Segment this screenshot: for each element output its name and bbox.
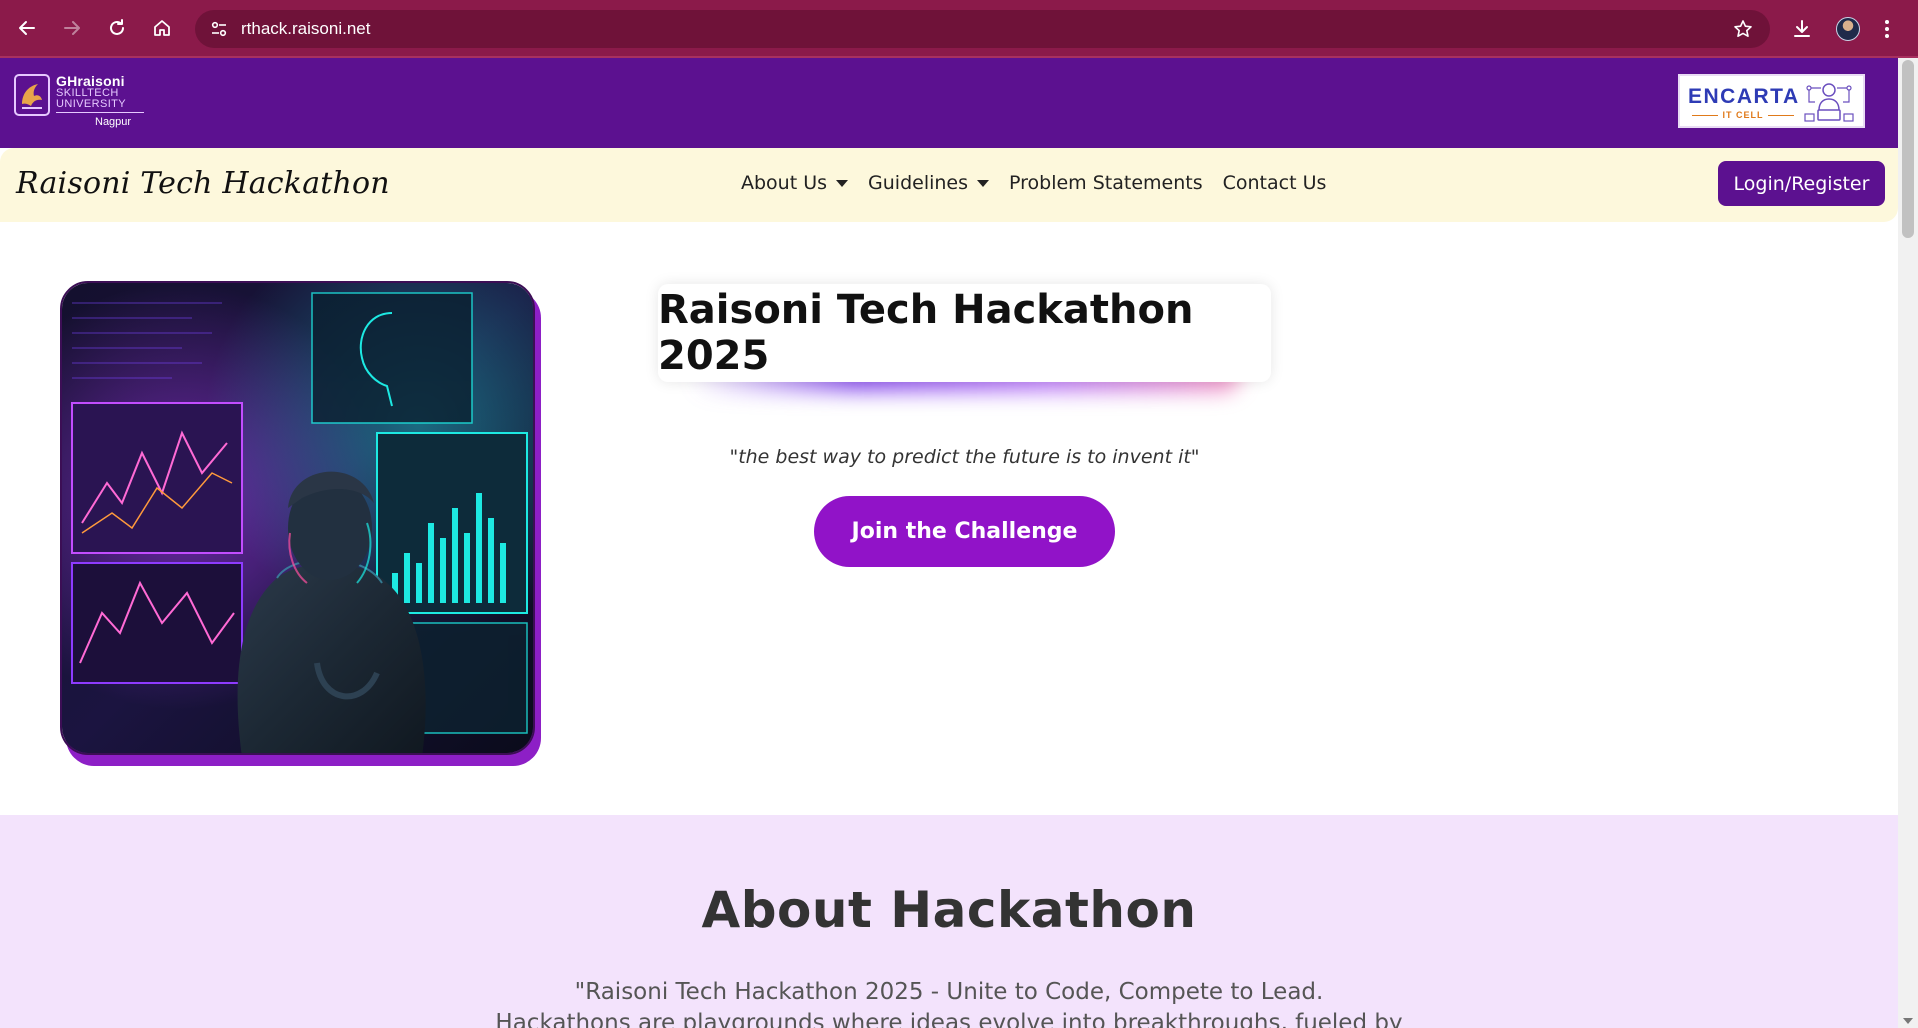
chevron-down-icon: [836, 179, 849, 187]
nav-links: About Us Guidelines Problem Statements C…: [741, 172, 1346, 194]
encarta-logo-subtitle: IT CELL: [1688, 110, 1798, 120]
encarta-logo-name: ENCARTA: [1688, 85, 1800, 108]
profile-avatar[interactable]: [1832, 13, 1864, 45]
scroll-down-icon[interactable]: [1903, 1018, 1913, 1024]
home-icon[interactable]: [147, 13, 177, 43]
browser-toolbar: rthack.raisoni.net: [0, 0, 1918, 58]
download-icon[interactable]: [1786, 13, 1818, 45]
join-challenge-button[interactable]: Join the Challenge: [814, 496, 1115, 567]
nav-problem-statements-label: Problem Statements: [1009, 172, 1203, 194]
university-emblem-icon: [14, 74, 50, 116]
reload-icon[interactable]: [102, 13, 132, 43]
bookmark-star-icon[interactable]: [1730, 16, 1756, 42]
encarta-figure-icon: [1804, 83, 1854, 122]
university-logo-city: Nagpur: [95, 116, 132, 128]
university-logo-line3: UNIVERSITY: [56, 98, 127, 110]
nav-contact-us-label: Contact Us: [1222, 172, 1327, 194]
hero-title: Raisoni Tech Hackathon 2025: [658, 287, 1194, 379]
login-register-button[interactable]: Login/Register: [1718, 161, 1885, 206]
site-info-icon[interactable]: [207, 17, 231, 41]
university-logo-line1: GHraisoni: [56, 73, 125, 89]
chevron-down-icon: [977, 179, 990, 187]
university-logo[interactable]: GHraisoni SKILLTECH UNIVERSITY Nagpur: [14, 74, 144, 130]
address-bar[interactable]: rthack.raisoni.net: [195, 10, 1770, 48]
more-menu-icon[interactable]: [1876, 13, 1898, 45]
nav-guidelines[interactable]: Guidelines: [868, 172, 990, 194]
url-text[interactable]: rthack.raisoni.net: [241, 19, 370, 39]
nav-problem-statements[interactable]: Problem Statements: [1009, 172, 1203, 194]
encarta-logo[interactable]: ENCARTA IT CELL: [1678, 74, 1865, 128]
hero-title-card: Raisoni Tech Hackathon 2025: [658, 284, 1271, 382]
scrollbar-thumb[interactable]: [1902, 60, 1914, 238]
nav-guidelines-label: Guidelines: [868, 172, 969, 194]
hero-quote: "the best way to predict the future is t…: [729, 446, 1200, 468]
hacker-illustration: [62, 283, 533, 753]
about-title: About Hackathon: [701, 881, 1197, 939]
page-scrollbar[interactable]: [1898, 58, 1918, 1028]
navbar-brand[interactable]: Raisoni Tech Hackathon: [16, 166, 390, 201]
nav-about-us-label: About Us: [741, 172, 828, 194]
about-section: About Hackathon "Raisoni Tech Hackathon …: [0, 815, 1898, 1028]
back-icon[interactable]: [12, 13, 42, 43]
top-logo-band: GHraisoni SKILLTECH UNIVERSITY Nagpur EN…: [0, 58, 1898, 148]
nav-contact-us[interactable]: Contact Us: [1223, 172, 1327, 194]
forward-icon[interactable]: [57, 13, 87, 43]
nav-about-us[interactable]: About Us: [741, 172, 849, 194]
about-text-line1: "Raisoni Tech Hackathon 2025 - Unite to …: [574, 979, 1324, 1005]
about-text-line2: Hackathons are playgrounds where ideas e…: [495, 1010, 1403, 1028]
main-navbar: Raisoni Tech Hackathon About Us Guidelin…: [0, 148, 1898, 222]
page-viewport: GHraisoni SKILLTECH UNIVERSITY Nagpur EN…: [0, 58, 1898, 1028]
hero-image: [60, 281, 535, 755]
